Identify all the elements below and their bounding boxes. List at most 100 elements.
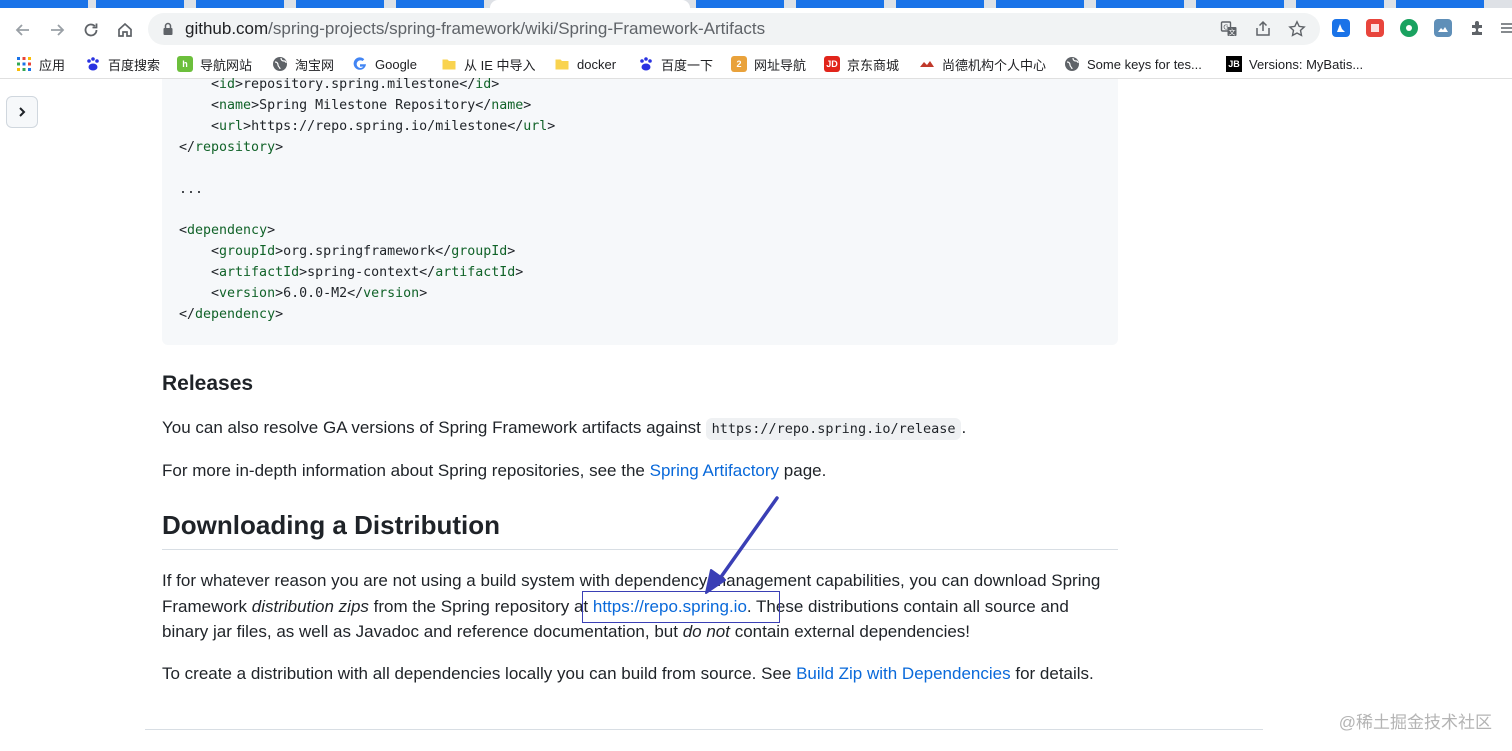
code-line: <dependency>	[179, 223, 276, 239]
emphasis-text: do not	[682, 622, 730, 641]
bookmark-label: 网址导航	[754, 57, 807, 73]
home-icon	[118, 22, 132, 37]
bookmark-sunlands[interactable]: 尚德机构个人中心	[919, 55, 1046, 73]
code-block: <id>repository.spring.milestone</id> <na…	[162, 77, 1118, 345]
bookmark-label: docker	[577, 56, 617, 72]
watermark: @稀土掘金技术社区	[1338, 713, 1492, 732]
annotation-highlight-box	[582, 591, 780, 623]
bookmark-url-nav[interactable]: 2 网址导航	[731, 55, 806, 73]
bookmark-label: 淘宝网	[295, 57, 335, 73]
code-line: ...	[179, 181, 204, 197]
paragraph-text: You can also resolve GA versions of Spri…	[162, 418, 701, 437]
spring-artifactory-link[interactable]: Spring Artifactory	[650, 461, 779, 480]
share-icon[interactable]	[1254, 20, 1272, 38]
build-zip-link[interactable]: Build Zip with Dependencies	[796, 664, 1011, 683]
extension-green-circle-icon[interactable]	[1400, 19, 1418, 37]
jd-icon: JD	[824, 56, 840, 72]
distribution-heading: Downloading a Distribution	[162, 510, 500, 540]
bookmark-some-keys[interactable]: Some keys for tes...	[1064, 55, 1202, 73]
extension-image-icon[interactable]	[1434, 19, 1452, 37]
reload-button[interactable]	[78, 17, 104, 43]
arrow-right-icon	[51, 24, 65, 36]
code-line: <version>6.0.0-M2</version>	[179, 286, 428, 302]
bookmark-apps[interactable]: 应用	[16, 55, 65, 73]
back-button[interactable]	[10, 17, 36, 43]
tab-strip	[0, 0, 1512, 8]
code-line: </dependency>	[179, 306, 284, 322]
bookmark-label: Some keys for tes...	[1087, 56, 1202, 72]
bookmark-label: 从 IE 中导入	[464, 57, 536, 73]
bookmark-taobao[interactable]: 淘宝网	[272, 55, 334, 73]
menu-icon[interactable]	[1499, 19, 1512, 37]
tab-segment	[1096, 0, 1184, 8]
bookmark-baidu-yixia[interactable]: 百度一下	[638, 55, 713, 73]
code-line: </repository>	[179, 139, 284, 155]
lock-icon	[163, 22, 173, 35]
svg-text:G: G	[1223, 24, 1228, 32]
tab-segment	[896, 0, 984, 8]
releases-paragraph-2: For more in-depth information about Spri…	[162, 458, 1122, 484]
folder-icon	[554, 56, 570, 72]
folder-icon	[441, 56, 457, 72]
address-bar[interactable]: github.com/spring-projects/spring-framew…	[148, 13, 1320, 45]
code-line: <name>Spring Milestone Repository</name>	[179, 97, 532, 113]
url-text: github.com/spring-projects/spring-framew…	[185, 19, 765, 39]
tab-segment	[0, 0, 88, 8]
paragraph-text: page.	[783, 461, 827, 480]
extensions-puzzle-icon[interactable]	[1468, 19, 1486, 37]
forward-button[interactable]	[44, 17, 70, 43]
distribution-paragraph-2: To create a distribution with all depend…	[162, 661, 1122, 687]
emphasis-text: distribution zips	[251, 596, 369, 616]
apps-grid-icon	[16, 56, 32, 72]
sidebar-toggle-button[interactable]	[6, 96, 38, 128]
bookmark-google[interactable]: Google	[352, 55, 417, 73]
releases-heading: Releases	[162, 372, 254, 395]
google-g-icon	[352, 56, 368, 72]
bookmark-mybatis-versions[interactable]: JB Versions: MyBatis...	[1226, 55, 1363, 73]
url-host: github.com	[185, 19, 269, 38]
bookmark-jd[interactable]: JD 京东商城	[824, 55, 899, 73]
tab-segment	[96, 0, 184, 8]
bookmark-ie-import[interactable]: 从 IE 中导入	[441, 55, 536, 73]
jetbrains-icon: JB	[1226, 56, 1242, 72]
globe-icon	[272, 56, 288, 72]
translate-icon[interactable]: 文G	[1220, 20, 1238, 38]
bookmark-label: 百度搜索	[108, 57, 161, 73]
tab-segment	[296, 0, 384, 8]
arrow-left-icon	[15, 24, 29, 36]
bookmark-docker[interactable]: docker	[554, 55, 616, 73]
code-text: <id>repository.spring.milestone</id> <na…	[179, 75, 555, 326]
paragraph-text: for details.	[1015, 664, 1094, 683]
tab-segment	[796, 0, 884, 8]
tab-segment	[1296, 0, 1384, 8]
tab-segment	[1196, 0, 1284, 8]
2345-icon: 2	[731, 56, 747, 72]
code-line: <groupId>org.springframework</groupId>	[179, 244, 516, 260]
code-line: <artifactId>spring-context</artifactId>	[179, 265, 524, 281]
url-path: /spring-projects/spring-framework/wiki/S…	[268, 19, 766, 38]
heading-divider	[162, 549, 1118, 550]
paragraph-text: For more in-depth information about Spri…	[162, 461, 645, 480]
browser-toolbar: github.com/spring-projects/spring-framew…	[0, 8, 1512, 50]
home-button[interactable]	[112, 17, 138, 43]
bookmark-label: Google	[375, 56, 417, 72]
paragraph-text: To create a distribution with all depend…	[162, 664, 792, 683]
star-icon[interactable]	[1288, 20, 1306, 38]
bookmark-label: 应用	[39, 57, 66, 73]
extension-blue-icon[interactable]	[1332, 19, 1350, 37]
bookmark-label: 百度一下	[661, 57, 714, 73]
baidu-paw-icon	[638, 56, 654, 72]
sunlands-icon	[919, 56, 935, 72]
bookmark-label: Versions: MyBatis...	[1249, 56, 1364, 72]
chevron-right-icon	[19, 107, 26, 117]
bookmark-nav-site[interactable]: h 导航网站	[177, 55, 252, 73]
active-tab[interactable]	[490, 0, 690, 8]
code-line: <url>https://repo.spring.io/milestone</u…	[179, 118, 556, 134]
tab-segment	[696, 0, 784, 8]
baidu-paw-icon	[85, 56, 101, 72]
extension-red-cube-icon[interactable]	[1366, 19, 1384, 37]
releases-paragraph-1: You can also resolve GA versions of Spri…	[162, 415, 1122, 443]
footer-divider	[145, 729, 1263, 730]
bookmark-baidu-search[interactable]: 百度搜索	[85, 55, 160, 73]
inline-code-release-url: https://repo.spring.io/release	[705, 418, 962, 440]
